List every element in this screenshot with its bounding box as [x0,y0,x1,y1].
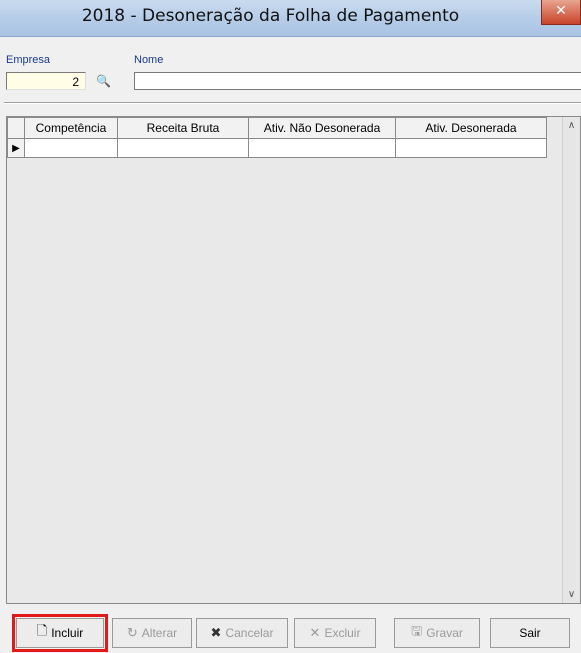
cell-receita-bruta[interactable] [117,138,249,158]
alterar-button[interactable]: ↻ Alterar [112,618,192,648]
alterar-label: Alterar [141,626,178,640]
nome-field[interactable] [134,72,581,90]
window-title: 2018 - Desoneração da Folha de Pagamento [81,6,460,26]
sair-button[interactable]: Sair [490,618,570,648]
new-document-icon: 🗋 [36,623,48,638]
row-indicator-icon: ▶ [7,138,25,158]
excluir-label: Excluir [324,626,361,640]
cancelar-button[interactable]: ✖ Cancelar [196,618,288,648]
delete-x-icon: ✕ [309,625,321,640]
empresa-label: Empresa [6,54,51,66]
column-header-ativ-desonerada[interactable]: Ativ. Desonerada [395,117,547,139]
sair-label: Sair [519,626,541,640]
separator [4,102,581,104]
cell-ativ-nao-desonerada[interactable] [248,138,396,158]
close-button[interactable]: ✕ [541,0,581,25]
excluir-button[interactable]: ✕ Excluir [294,618,376,648]
title-bar: 2018 - Desoneração da Folha de Pagamento… [0,0,581,37]
nome-label: Nome [134,54,164,66]
scroll-up-icon[interactable]: ∧ [563,117,580,134]
save-icon: 🖫 [411,623,423,638]
grid-corner [7,117,25,139]
incluir-label: Incluir [51,626,84,640]
gravar-label: Gravar [426,626,463,640]
table-row[interactable]: ▶ [7,138,547,158]
binoculars-icon[interactable]: 🔍 [96,74,111,88]
cancelar-label: Cancelar [225,626,274,640]
column-header-receita-bruta[interactable]: Receita Bruta [117,117,249,139]
cancel-x-icon: ✖ [210,625,222,640]
incluir-button[interactable]: 🗋 Incluir [12,614,108,652]
scroll-down-icon[interactable]: ∨ [563,586,580,603]
column-header-competencia[interactable]: Competência [24,117,118,139]
refresh-icon: ↻ [126,625,138,640]
gravar-button[interactable]: 🖫 Gravar [394,618,480,648]
cell-ativ-desonerada[interactable] [395,138,547,158]
vertical-scrollbar[interactable]: ∧ ∨ [562,117,580,603]
column-header-ativ-nao-desonerada[interactable]: Ativ. Não Desonerada [248,117,396,139]
cell-competencia[interactable] [24,138,118,158]
action-toolbar: 🗋 Incluir ↻ Alterar ✖ Cancelar ✕ Excluir… [0,612,581,653]
data-grid[interactable]: Competência Receita Bruta Ativ. Não Deso… [6,116,581,604]
empresa-field[interactable]: 2 [6,72,86,90]
